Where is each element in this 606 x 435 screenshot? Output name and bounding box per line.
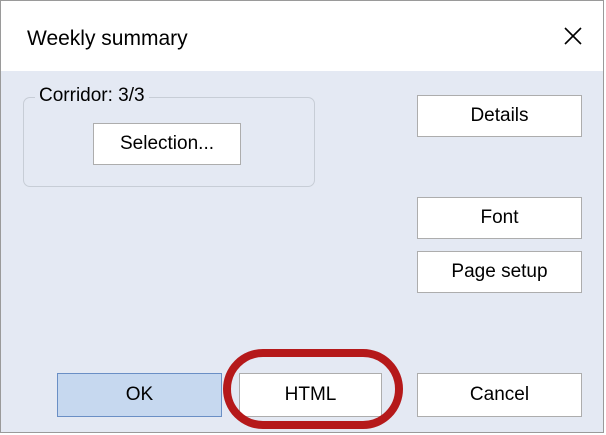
weekly-summary-dialog: Weekly summary Corridor: 3/3 Selection..… [0,0,604,433]
details-button[interactable]: Details [417,95,582,137]
html-button[interactable]: HTML [239,373,382,417]
ok-button[interactable]: OK [57,373,222,417]
corridor-group-label: Corridor: 3/3 [35,85,149,107]
dialog-title: Weekly summary [27,27,188,50]
page-setup-button[interactable]: Page setup [417,251,582,293]
cancel-button[interactable]: Cancel [417,373,582,417]
title-bar: Weekly summary [1,1,603,71]
close-button[interactable] [543,1,603,71]
close-icon [564,27,582,45]
selection-button[interactable]: Selection... [93,123,241,165]
font-button[interactable]: Font [417,197,582,239]
